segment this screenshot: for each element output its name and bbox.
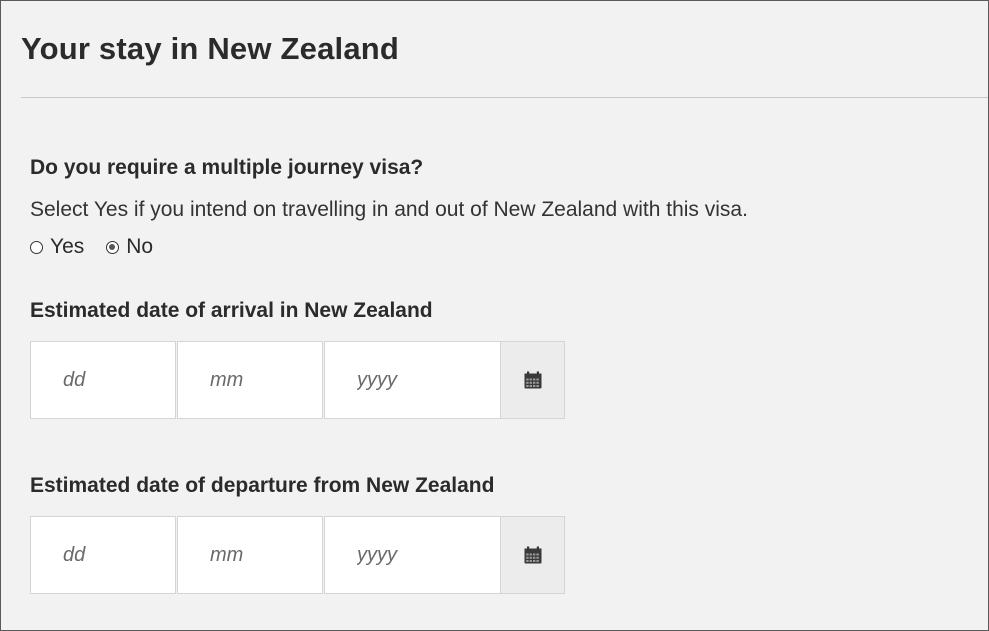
calendar-icon	[524, 371, 541, 389]
radio-option-yes[interactable]: Yes	[30, 235, 84, 259]
stay-section-panel: Your stay in New Zealand Do you require …	[0, 0, 989, 631]
section-divider	[21, 97, 988, 98]
arrival-day-input[interactable]	[30, 341, 176, 419]
departure-year-input[interactable]	[324, 516, 501, 594]
multiple-journey-hint: Select Yes if you intend on travelling i…	[30, 198, 748, 221]
radio-yes[interactable]	[30, 240, 43, 254]
radio-no[interactable]	[106, 240, 120, 254]
radio-yes-label: Yes	[50, 235, 85, 258]
radio-option-no[interactable]: No	[106, 235, 153, 259]
arrival-month-input[interactable]	[177, 341, 323, 419]
arrival-year-input[interactable]	[324, 341, 501, 419]
radio-no-label: No	[126, 235, 154, 258]
arrival-calendar-button[interactable]	[501, 341, 565, 419]
section-title: Your stay in New Zealand	[21, 31, 400, 66]
calendar-icon	[524, 546, 541, 564]
arrival-date-group	[30, 341, 565, 419]
departure-date-group	[30, 516, 565, 594]
departure-date-label: Estimated date of departure from New Zea…	[30, 474, 495, 497]
departure-day-input[interactable]	[30, 516, 176, 594]
departure-month-input[interactable]	[177, 516, 323, 594]
arrival-date-label: Estimated date of arrival in New Zealand	[30, 299, 433, 322]
departure-calendar-button[interactable]	[501, 516, 565, 594]
multiple-journey-radio-group: Yes No	[30, 235, 175, 259]
multiple-journey-question: Do you require a multiple journey visa?	[30, 156, 424, 179]
